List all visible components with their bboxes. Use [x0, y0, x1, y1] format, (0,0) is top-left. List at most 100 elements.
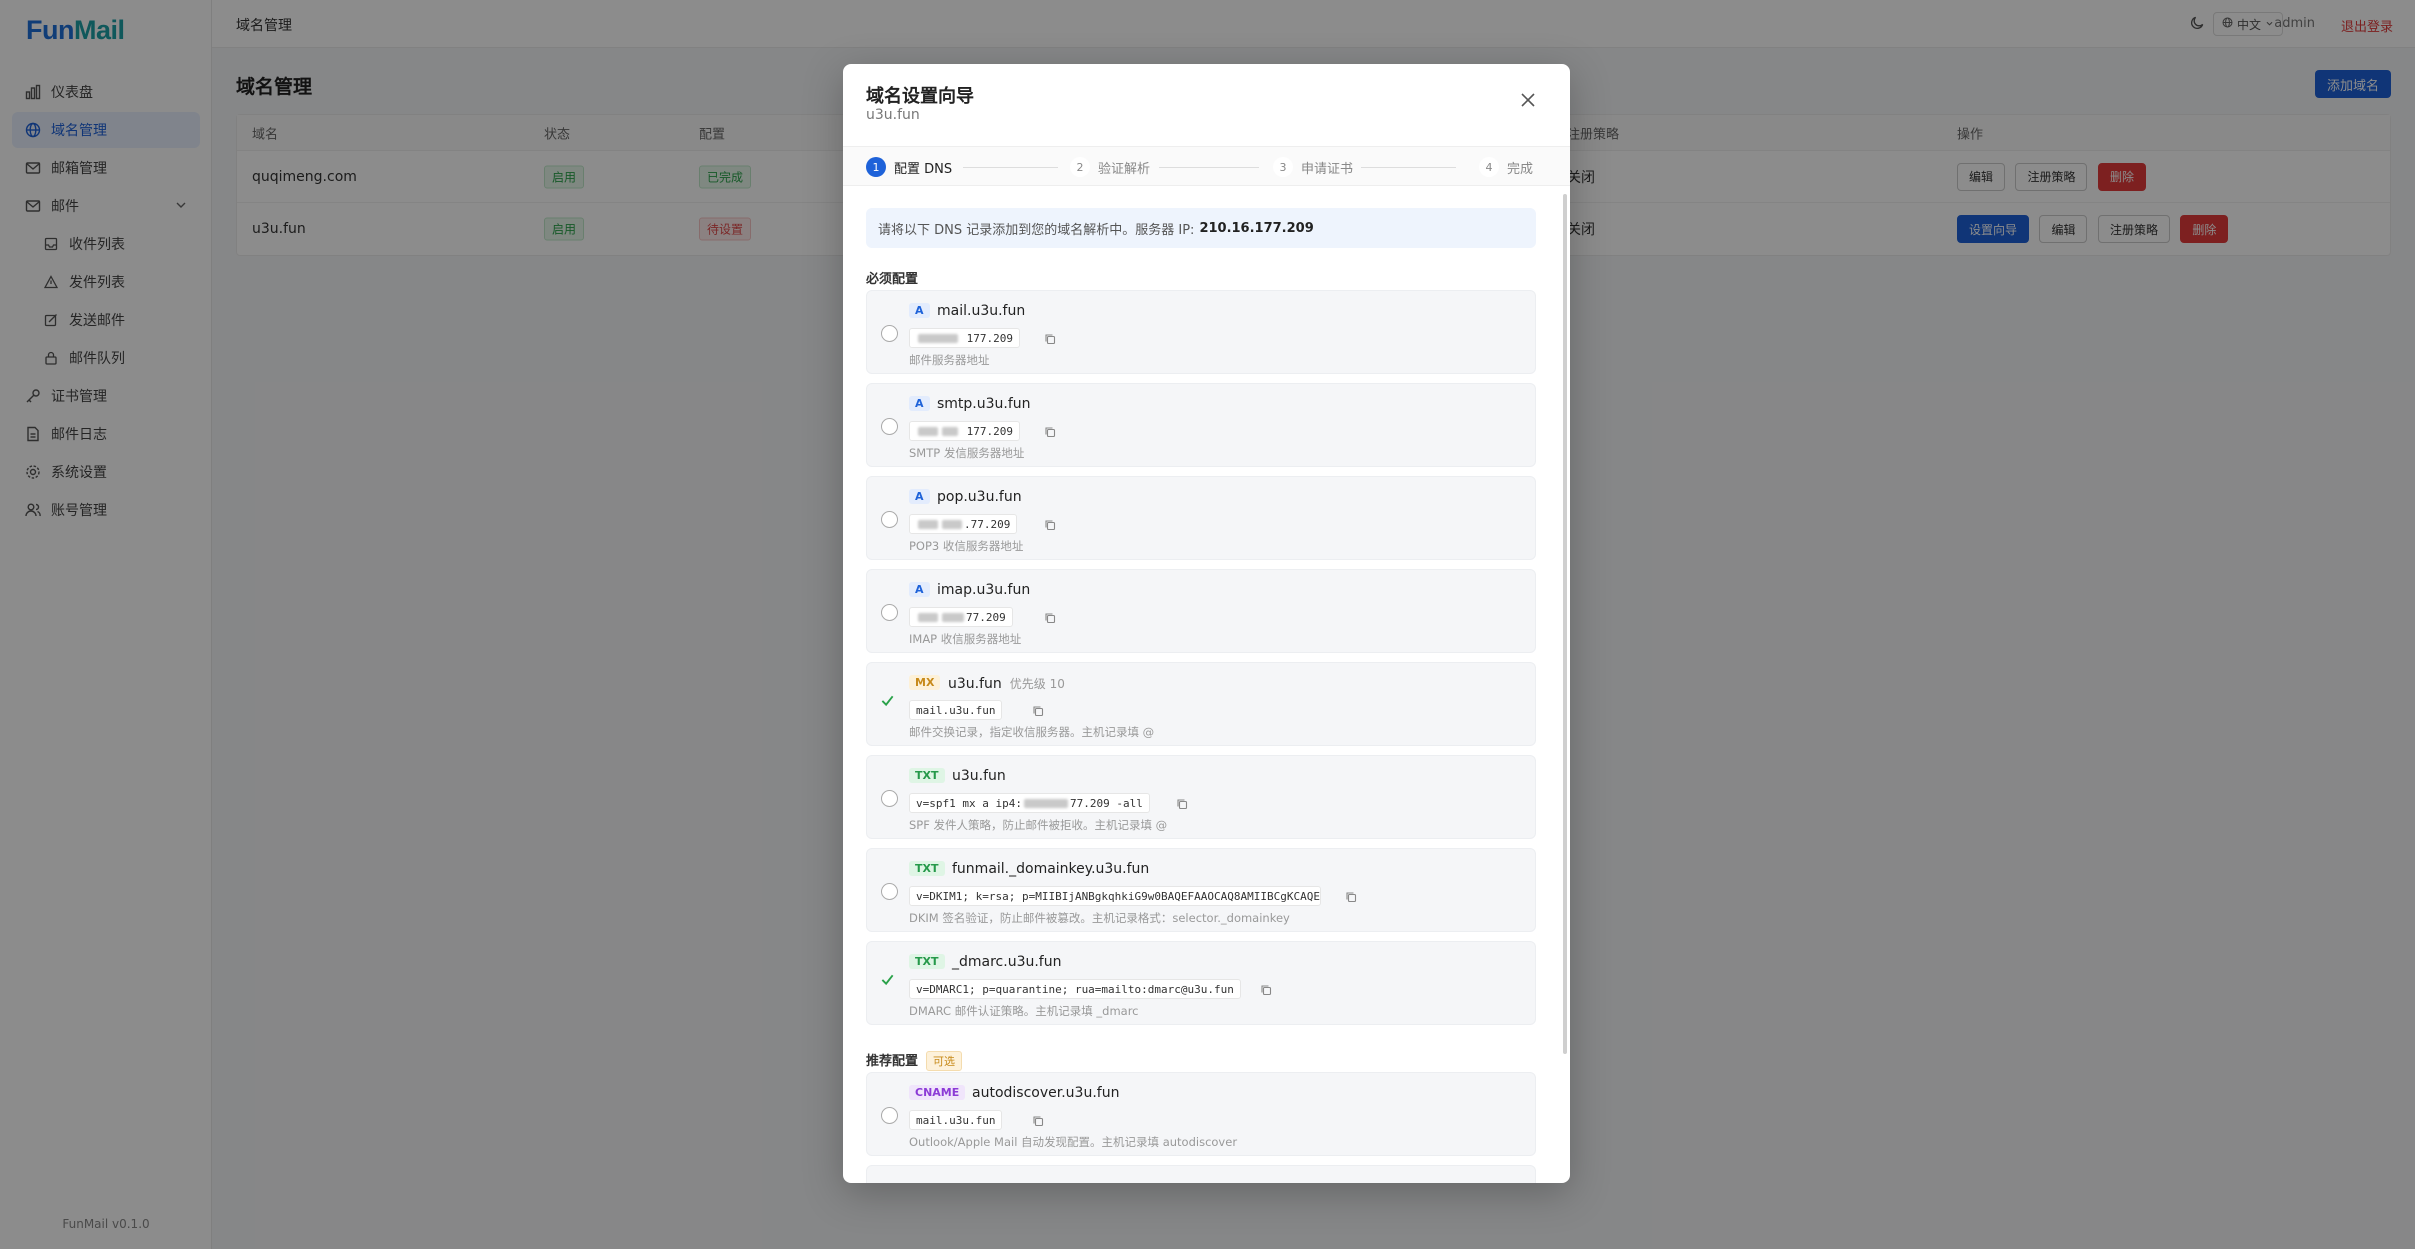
required-section-label: 必须配置 — [866, 272, 919, 287]
dns-record-card[interactable] — [866, 1165, 1536, 1183]
step-number: 4 — [1479, 157, 1499, 177]
record-type-badge: A — [909, 489, 930, 504]
record-description: POP3 收信服务器地址 — [909, 539, 1024, 553]
record-type-badge: TXT — [909, 954, 945, 969]
record-description: 邮件服务器地址 — [909, 353, 990, 367]
copy-icon[interactable] — [1044, 330, 1058, 345]
dns-record-card[interactable]: A imap.u3u.fun 77.209 IMAP 收信服务器地址 — [866, 569, 1536, 653]
modal-title: 域名设置向导 — [866, 86, 974, 107]
copy-icon[interactable] — [1044, 609, 1058, 624]
record-type-badge: MX — [909, 675, 941, 690]
dns-record-card[interactable]: TXT u3u.fun v=spf1 mx a ip4: 77.209 -all … — [866, 755, 1536, 839]
dns-record-card[interactable]: A mail.u3u.fun 177.209 邮件服务器地址 — [866, 290, 1536, 374]
record-type-badge: TXT — [909, 768, 945, 783]
dns-info-banner: 请将以下 DNS 记录添加到您的域名解析中。服务器 IP: 210.16.177… — [866, 208, 1536, 248]
record-type-badge: A — [909, 303, 930, 318]
record-value[interactable]: .77.209 — [909, 514, 1018, 534]
redacted-ip — [942, 519, 962, 529]
record-host: autodiscover.u3u.fun — [972, 1085, 1120, 1101]
modal-subtitle: u3u.fun — [866, 107, 920, 123]
server-ip: 210.16.177.209 — [1199, 220, 1314, 236]
record-status-radio[interactable] — [881, 1107, 898, 1124]
record-host: u3u.fun — [952, 768, 1006, 784]
setup-wizard-modal: 域名设置向导 u3u.fun 1 配置 DNS 2 验证解析 3 申请证书 4 … — [843, 64, 1570, 1183]
close-icon[interactable] — [1520, 92, 1536, 111]
check-icon — [880, 693, 895, 712]
record-value[interactable]: v=spf1 mx a ip4: 77.209 -all — [909, 793, 1150, 813]
dns-record-card[interactable]: MX u3u.fun 优先级 10 mail.u3u.fun 邮件交换记录，指定收… — [866, 662, 1536, 746]
copy-icon[interactable] — [1032, 1112, 1046, 1127]
redacted-ip — [942, 612, 964, 622]
copy-icon[interactable] — [1345, 888, 1359, 903]
record-status-radio[interactable] — [881, 511, 898, 528]
step-label: 验证解析 — [1098, 161, 1151, 177]
record-description: DKIM 签名验证，防止邮件被篡改。主机记录格式：selector._domai… — [909, 911, 1290, 925]
record-type-badge: A — [909, 582, 930, 597]
record-status-radio[interactable] — [881, 418, 898, 435]
check-icon — [880, 972, 895, 991]
copy-icon[interactable] — [1044, 423, 1058, 438]
dns-record-card[interactable]: CNAME autodiscover.u3u.fun mail.u3u.fun … — [866, 1072, 1536, 1156]
dns-record-card[interactable]: TXT funmail._domainkey.u3u.fun v=DKIM1; … — [866, 848, 1536, 932]
record-value[interactable]: v=DKIM1; k=rsa; p=MIIBIjANBgkqhkiG9w0BAQ… — [909, 886, 1321, 906]
record-value[interactable]: mail.u3u.fun — [909, 700, 1003, 720]
record-host: funmail._domainkey.u3u.fun — [952, 861, 1150, 877]
record-host: imap.u3u.fun — [937, 582, 1031, 598]
record-value[interactable]: v=DMARC1; p=quarantine; rua=mailto:dmarc… — [909, 979, 1241, 999]
record-type-badge: TXT — [909, 861, 945, 876]
info-text: 请将以下 DNS 记录添加到您的域名解析中。服务器 IP: — [878, 222, 1195, 238]
redacted-ip — [918, 612, 938, 622]
step-number: 3 — [1273, 157, 1293, 177]
record-host: mail.u3u.fun — [937, 303, 1026, 319]
redacted-ip — [1023, 798, 1068, 808]
record-description: SPF 发件人策略，防止邮件被拒收。主机记录填 @ — [909, 818, 1168, 832]
record-description: 邮件交换记录，指定收信服务器。主机记录填 @ — [909, 725, 1155, 739]
record-status-radio[interactable] — [881, 325, 898, 342]
copy-icon[interactable] — [1032, 702, 1046, 717]
modal-body[interactable]: 请将以下 DNS 记录添加到您的域名解析中。服务器 IP: 210.16.177… — [843, 186, 1570, 1183]
record-value[interactable]: 177.209 — [909, 328, 1020, 348]
record-priority: 优先级 10 — [1009, 677, 1065, 691]
step-connector — [963, 167, 1058, 168]
record-value[interactable]: 177.209 — [909, 421, 1020, 441]
step-1: 1 配置 DNS — [866, 157, 952, 177]
record-host: u3u.fun 优先级 10 — [948, 676, 1065, 692]
optional-section-label: 推荐配置 可选 — [866, 1050, 963, 1071]
record-description: SMTP 发信服务器地址 — [909, 446, 1025, 460]
dns-record-card[interactable]: A pop.u3u.fun .77.209 POP3 收信服务器地址 — [866, 476, 1536, 560]
redacted-ip — [918, 333, 958, 343]
step-label: 申请证书 — [1301, 161, 1354, 177]
step-number: 1 — [866, 157, 886, 177]
step-label: 完成 — [1507, 161, 1534, 177]
copy-icon[interactable] — [1044, 516, 1058, 531]
record-status-radio[interactable] — [881, 604, 898, 621]
step-connector — [1361, 167, 1456, 168]
dns-record-card[interactable]: TXT _dmarc.u3u.fun v=DMARC1; p=quarantin… — [866, 941, 1536, 1025]
record-description: IMAP 收信服务器地址 — [909, 632, 1022, 646]
redacted-ip — [918, 426, 938, 436]
redacted-ip — [918, 519, 938, 529]
step-connector — [1159, 167, 1259, 168]
optional-badge: 可选 — [926, 1051, 963, 1071]
record-type-badge: CNAME — [909, 1085, 966, 1100]
step-2: 2 验证解析 — [1070, 157, 1150, 177]
step-number: 2 — [1070, 157, 1090, 177]
dns-record-card[interactable]: A smtp.u3u.fun 177.209 SMTP 发信服务器地址 — [866, 383, 1536, 467]
record-status-radio[interactable] — [881, 883, 898, 900]
record-host: smtp.u3u.fun — [937, 396, 1031, 412]
wizard-steps: 1 配置 DNS 2 验证解析 3 申请证书 4 完成 — [843, 146, 1570, 186]
record-description: DMARC 邮件认证策略。主机记录填 _dmarc — [909, 1004, 1139, 1018]
record-type-badge: A — [909, 396, 930, 411]
step-4: 4 完成 — [1479, 157, 1533, 177]
redacted-ip — [942, 426, 958, 436]
copy-icon[interactable] — [1176, 795, 1190, 810]
record-host: pop.u3u.fun — [937, 489, 1022, 505]
modal-scrollbar[interactable] — [1563, 194, 1567, 1054]
record-value[interactable]: 77.209 — [909, 607, 1013, 627]
record-host: _dmarc.u3u.fun — [952, 954, 1062, 970]
record-status-radio[interactable] — [881, 790, 898, 807]
copy-icon[interactable] — [1260, 981, 1274, 996]
step-3: 3 申请证书 — [1273, 157, 1353, 177]
record-description: Outlook/Apple Mail 自动发现配置。主机记录填 autodisc… — [909, 1135, 1238, 1149]
record-value[interactable]: mail.u3u.fun — [909, 1110, 1003, 1130]
